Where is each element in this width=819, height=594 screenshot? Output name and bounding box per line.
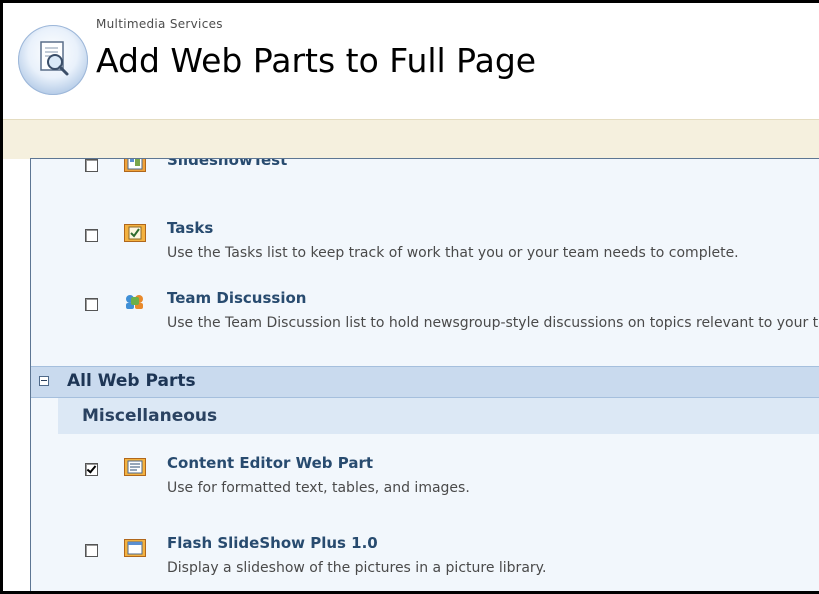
page-header: Multimedia Services Add Web Parts to Ful…	[3, 3, 819, 121]
flash-slideshow-icon	[124, 539, 146, 557]
item-checkbox[interactable]	[85, 159, 98, 172]
item-description: Use the Team Discussion list to hold new…	[167, 315, 819, 331]
site-name[interactable]: Multimedia Services	[96, 17, 223, 31]
list-item: Flash SlideShow Plus 1.0 Display a slide…	[31, 530, 819, 590]
web-parts-dialog: Multimedia Services Add Web Parts to Ful…	[0, 0, 819, 594]
list-item: Tasks Use the Tasks list to keep track o…	[31, 208, 819, 268]
item-checkbox[interactable]	[85, 298, 98, 311]
content-editor-icon	[124, 458, 146, 476]
item-title[interactable]: Content Editor Web Part	[167, 454, 373, 472]
group-title[interactable]: All Web Parts	[67, 371, 196, 391]
item-description: Use for formatted text, tables, and imag…	[167, 480, 470, 496]
list-item: Team Discussion Use the Team Discussion …	[31, 284, 819, 344]
site-logo-icon	[18, 25, 88, 95]
item-description: Display a slideshow of the pictures in a…	[167, 560, 547, 576]
list-item: SlideshowTest	[31, 159, 819, 211]
item-checkbox[interactable]	[85, 229, 98, 242]
item-title[interactable]: Team Discussion	[167, 289, 306, 307]
all-web-parts-group-header[interactable]: All Web Parts	[31, 366, 819, 398]
discussion-board-icon	[126, 295, 143, 309]
category-title: Miscellaneous	[82, 406, 218, 426]
page-title: Add Web Parts to Full Page	[96, 41, 537, 80]
web-parts-panel: SlideshowTest Tasks Use the Tasks list t…	[30, 158, 819, 591]
toolbar-band	[3, 119, 819, 159]
collapse-icon[interactable]	[39, 376, 49, 386]
item-checkbox[interactable]	[85, 544, 98, 557]
item-checkbox[interactable]	[85, 463, 98, 476]
item-title[interactable]: Flash SlideShow Plus 1.0	[167, 534, 378, 552]
item-title[interactable]: Tasks	[167, 219, 213, 237]
tasks-list-icon	[124, 224, 146, 242]
item-title[interactable]: SlideshowTest	[167, 159, 287, 169]
picture-library-icon	[124, 159, 146, 172]
category-header: Miscellaneous	[58, 398, 819, 434]
item-description: Use the Tasks list to keep track of work…	[167, 245, 739, 261]
list-item: Content Editor Web Part Use for formatte…	[31, 450, 819, 510]
